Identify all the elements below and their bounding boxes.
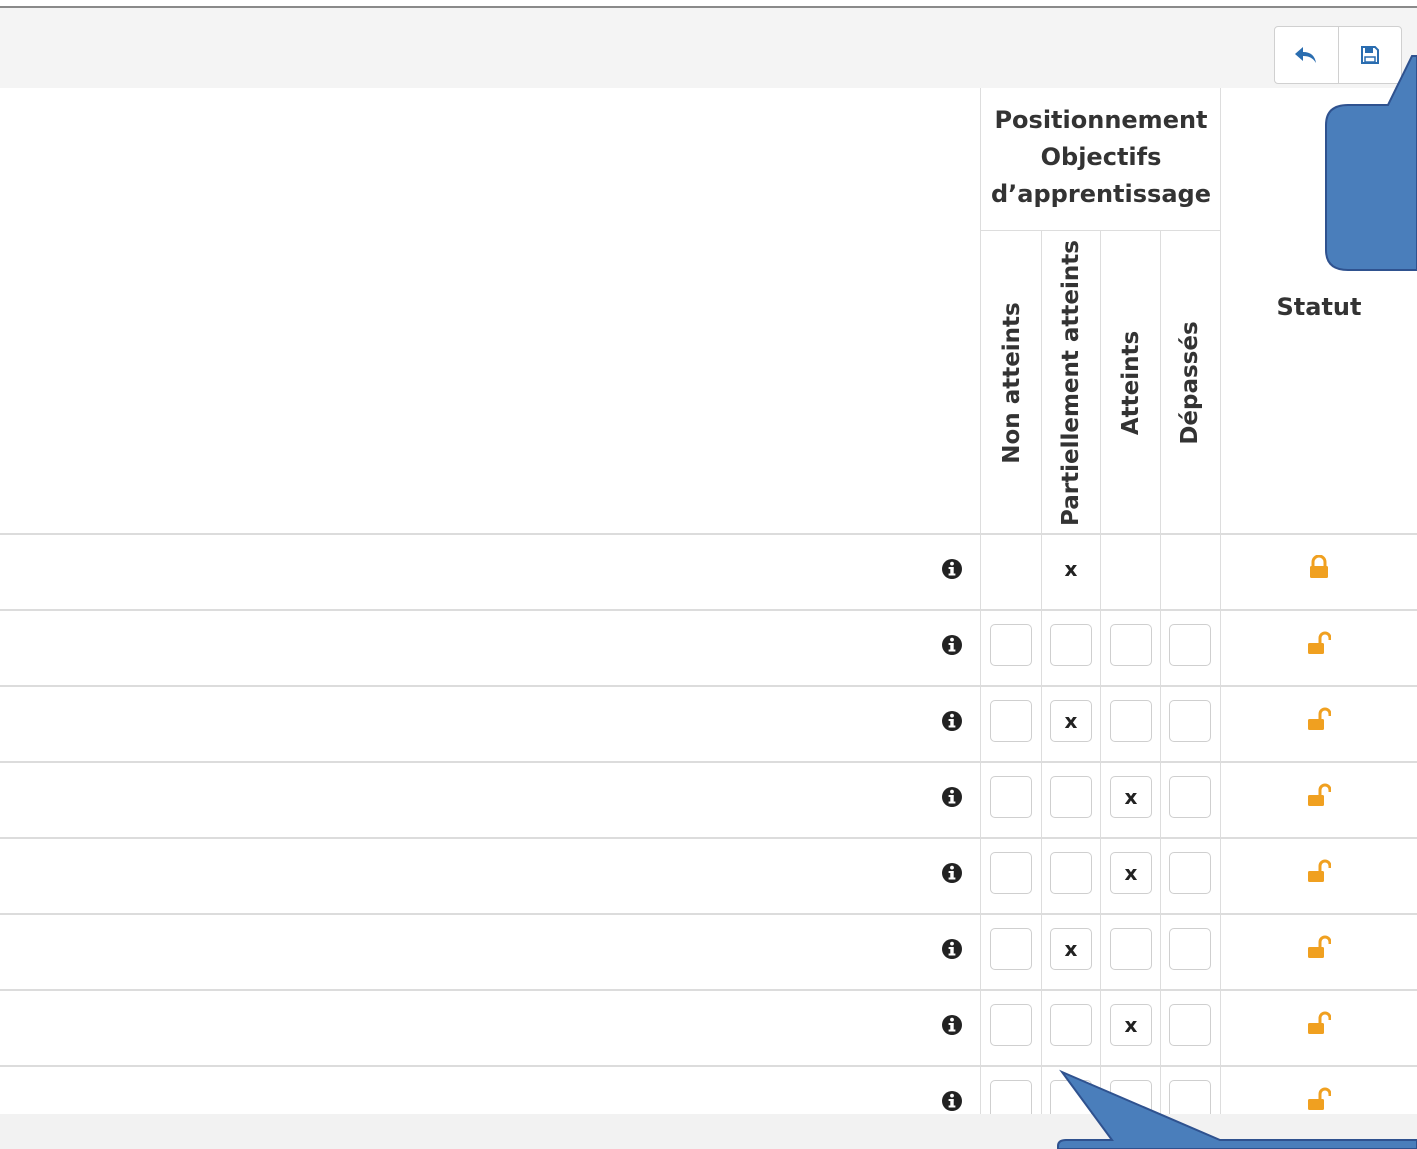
callout-bubble-bottom (1057, 1069, 1417, 1149)
row-divider (0, 609, 1417, 611)
lock-open-icon[interactable] (1307, 783, 1332, 809)
checkbox-atteints[interactable] (1110, 928, 1152, 970)
checkbox-atteints[interactable] (1110, 624, 1152, 666)
checkbox-atteints[interactable]: x (1110, 852, 1152, 894)
checkbox-partiellement-atteints[interactable]: x (1050, 700, 1092, 742)
grid-line (1220, 88, 1221, 1114)
checkbox-depasses[interactable] (1169, 1004, 1211, 1046)
header-divider (981, 230, 1221, 231)
selected-mark: x (1064, 557, 1078, 581)
checkbox-non-atteints[interactable] (990, 776, 1032, 818)
grid-line (1100, 231, 1101, 1114)
info-icon[interactable] (940, 557, 964, 581)
checkbox-non-atteints[interactable] (990, 700, 1032, 742)
lock-open-icon[interactable] (1307, 859, 1332, 885)
toolbar (0, 8, 1417, 88)
column-header-statut: Statut (1276, 293, 1362, 321)
row-divider (0, 761, 1417, 763)
row-divider (0, 913, 1417, 915)
row-divider (0, 837, 1417, 839)
info-icon[interactable] (940, 861, 964, 885)
callout-bubble-top (1325, 55, 1417, 271)
lock-open-icon[interactable] (1307, 935, 1332, 961)
column-header-depasses: Dépassés (1177, 321, 1203, 445)
info-icon[interactable] (940, 1013, 964, 1037)
checkbox-depasses[interactable] (1169, 624, 1211, 666)
checkbox-partiellement-atteints[interactable] (1050, 1004, 1092, 1046)
lock-open-icon[interactable] (1307, 1011, 1332, 1037)
checkbox-non-atteints[interactable] (990, 624, 1032, 666)
checkbox-non-atteints[interactable] (990, 852, 1032, 894)
checkbox-depasses[interactable] (1169, 776, 1211, 818)
checkbox-depasses[interactable] (1169, 852, 1211, 894)
checkbox-partiellement-atteints[interactable] (1050, 776, 1092, 818)
lock-closed-icon[interactable] (1307, 554, 1331, 581)
lock-open-icon[interactable] (1307, 707, 1332, 733)
info-icon[interactable] (940, 709, 964, 733)
column-header-atteints: Atteints (1118, 330, 1144, 436)
grid-line (980, 88, 981, 1114)
reply-icon (1295, 47, 1317, 63)
checkbox-atteints[interactable]: x (1110, 1004, 1152, 1046)
row-divider (0, 533, 1417, 535)
info-icon[interactable] (940, 785, 964, 809)
checkbox-depasses[interactable] (1169, 928, 1211, 970)
info-icon[interactable] (940, 937, 964, 961)
lock-open-icon[interactable] (1307, 631, 1332, 657)
checkbox-non-atteints[interactable] (990, 1004, 1032, 1046)
row-divider (0, 989, 1417, 991)
column-header-partiellement-atteints: Partiellement atteints (1058, 240, 1084, 526)
checkbox-atteints[interactable] (1110, 700, 1152, 742)
info-icon[interactable] (940, 633, 964, 657)
info-icon[interactable] (940, 1089, 964, 1113)
checkbox-non-atteints[interactable] (990, 928, 1032, 970)
grid-line (1160, 231, 1161, 1114)
row-divider (0, 685, 1417, 687)
grid-line (1041, 231, 1042, 1114)
checkbox-atteints[interactable]: x (1110, 776, 1152, 818)
column-header-non-atteints: Non atteints (999, 302, 1025, 464)
positionnement-group-header: Positionnement Objectifs d’apprentissage (991, 106, 1211, 208)
checkbox-partiellement-atteints[interactable]: x (1050, 928, 1092, 970)
checkbox-partiellement-atteints[interactable] (1050, 852, 1092, 894)
checkbox-partiellement-atteints[interactable] (1050, 624, 1092, 666)
checkbox-depasses[interactable] (1169, 700, 1211, 742)
